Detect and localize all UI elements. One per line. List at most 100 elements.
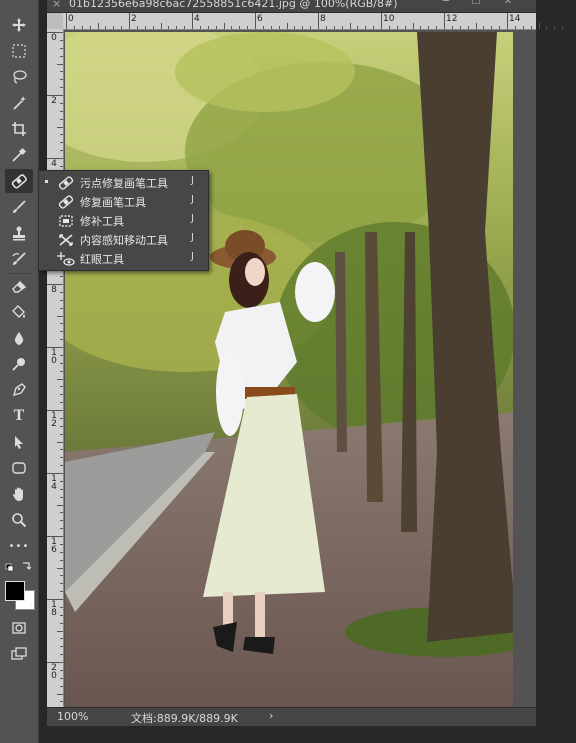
ruler-tick <box>47 536 63 537</box>
lasso-tool[interactable] <box>5 65 33 89</box>
ruler-tick <box>89 26 91 29</box>
ruler-tick <box>475 23 477 29</box>
menu-item-patch-tool[interactable]: 修补工具 J <box>39 211 208 230</box>
ruler-tick <box>381 13 382 29</box>
menu-item-content-aware-move[interactable]: 内容感知移动工具 J <box>39 230 208 249</box>
patch-tool-icon <box>59 215 73 227</box>
ruler-label: 16 <box>51 537 57 555</box>
vertical-ruler[interactable]: 02468101214161820 <box>47 29 64 719</box>
ruler-tick <box>57 504 63 506</box>
ruler-tick <box>57 378 63 380</box>
paint-bucket-tool[interactable] <box>5 300 33 324</box>
clone-stamp-tool[interactable] <box>5 221 33 245</box>
ruler-tick <box>60 528 63 530</box>
ruler-tick <box>160 23 162 29</box>
ruler-tick <box>60 433 63 435</box>
eyedropper-tool[interactable] <box>5 143 33 167</box>
dodge-tool[interactable] <box>5 352 33 376</box>
healing-brush-tool[interactable] <box>5 169 33 193</box>
move-tool[interactable] <box>5 13 33 37</box>
ruler-label: 20 <box>51 663 57 681</box>
maximize-button[interactable]: ☐ <box>461 0 491 10</box>
ruler-tick <box>57 693 63 695</box>
ruler-label: 4 <box>51 159 57 169</box>
ruler-label: 18 <box>51 600 57 618</box>
quick-mask-icon <box>12 622 26 634</box>
color-swatches[interactable] <box>3 579 37 611</box>
path-selection-tool[interactable] <box>5 430 33 454</box>
zoom-tool[interactable] <box>5 508 33 532</box>
ruler-tick <box>239 26 241 29</box>
workspace-background-bottom <box>38 726 576 743</box>
status-bar: 100% 文档:889.9K/889.9K › <box>47 707 536 726</box>
paint-bucket-tool-icon <box>12 305 25 318</box>
ruler-corner[interactable] <box>47 13 63 29</box>
ruler-tick <box>57 315 63 317</box>
history-brush-tool[interactable] <box>5 247 33 271</box>
ruler-tick <box>365 26 367 29</box>
screen-mode-button[interactable] <box>5 642 33 666</box>
document-tab[interactable]: × 01b12356e6a98c6ac72558851c6421.jpg @ 1… <box>47 0 536 13</box>
tab-close-icon[interactable]: × <box>52 0 61 10</box>
crop-tool[interactable] <box>5 117 33 141</box>
ruler-tick <box>60 646 63 648</box>
menu-item-red-eye-tool[interactable]: 红眼工具 J <box>39 249 208 268</box>
menu-item-spot-healing-brush[interactable]: 污点修复画笔工具 J <box>39 173 208 192</box>
horizontal-ruler[interactable]: 0 2 4 6 8 10 12 14 <box>63 13 564 30</box>
ruler-tick <box>47 158 63 159</box>
ruler-tick <box>176 26 178 29</box>
magic-wand-tool[interactable] <box>5 91 33 115</box>
eyedropper-tool-icon <box>12 147 27 162</box>
foreground-color-swatch[interactable] <box>5 581 25 601</box>
rectangle-tool[interactable] <box>5 456 33 480</box>
status-menu-arrow-icon[interactable]: › <box>269 709 273 722</box>
ruler-tick <box>396 26 398 29</box>
ruler-tick <box>349 23 351 29</box>
hand-tool[interactable] <box>5 482 33 506</box>
brush-tool[interactable] <box>5 195 33 219</box>
ruler-tick <box>60 685 63 687</box>
more-tools[interactable]: ••• <box>5 534 33 558</box>
ruler-label: 0 <box>68 14 74 24</box>
ruler-tick <box>60 614 63 616</box>
pen-tool[interactable] <box>5 378 33 402</box>
ruler-tick <box>57 441 63 443</box>
blur-tool-icon <box>14 332 24 345</box>
ruler-tick <box>514 26 516 29</box>
ruler-tick <box>373 26 375 29</box>
ruler-tick <box>507 13 508 29</box>
ruler-label: 2 <box>131 14 137 24</box>
hand-tool-icon <box>13 487 23 501</box>
ruler-tick <box>144 26 146 29</box>
ruler-tick <box>60 417 63 419</box>
ruler-label: 6 <box>257 14 263 24</box>
ruler-tick <box>333 26 335 29</box>
marquee-tool[interactable] <box>5 39 33 63</box>
image-canvas[interactable] <box>65 32 513 707</box>
menu-item-healing-brush[interactable]: 修复画笔工具 J <box>39 192 208 211</box>
marquee-tool-icon <box>12 44 26 58</box>
menu-item-label: 修复画笔工具 <box>80 196 146 209</box>
close-window-button[interactable]: ✕ <box>493 0 523 10</box>
ruler-tick <box>60 543 63 545</box>
ruler-tick <box>184 26 186 29</box>
type-tool[interactable]: T <box>5 404 33 428</box>
eraser-tool[interactable] <box>5 274 33 298</box>
ruler-tick <box>60 465 63 467</box>
quick-mask-button[interactable] <box>5 616 33 640</box>
minimize-button[interactable]: ─ <box>431 0 461 10</box>
menu-item-label: 污点修复画笔工具 <box>80 177 168 190</box>
ruler-tick <box>60 638 63 640</box>
ruler-label: 4 <box>194 14 200 24</box>
ruler-tick <box>60 142 63 144</box>
default-colors-toggle[interactable] <box>5 560 33 578</box>
move-tool-icon <box>12 18 26 32</box>
zoom-level[interactable]: 100% <box>57 710 88 723</box>
ruler-label: 8 <box>51 285 57 295</box>
ruler-tick <box>60 71 63 73</box>
blur-tool[interactable] <box>5 326 33 350</box>
ruler-tick <box>483 26 485 29</box>
ruler-tick <box>47 95 63 96</box>
clone-stamp-tool-icon <box>13 226 25 241</box>
spot-healing-brush-icon <box>58 176 74 190</box>
